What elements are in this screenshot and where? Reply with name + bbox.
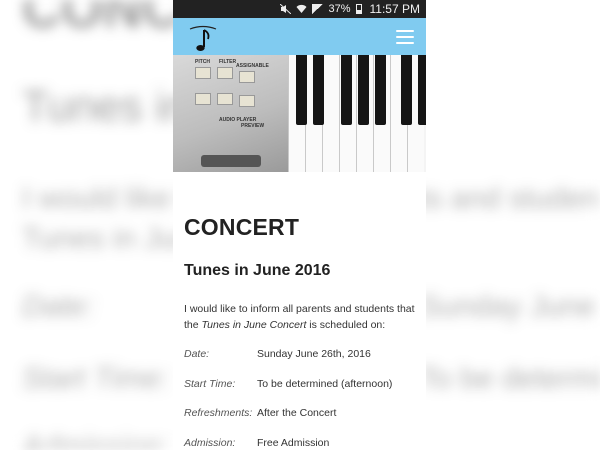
phone-screen: 37% 11:57 PM PITCH FILTER ASSIGNABLE AUD… <box>173 0 426 450</box>
battery-percent: 37% <box>328 3 351 15</box>
article-content: CONCERT Tunes in June 2016 I would like … <box>173 214 426 450</box>
intro-paragraph: I would like to inform all parents and s… <box>184 301 415 333</box>
black-key <box>401 55 412 125</box>
backdrop-start-value: To be determined (afternoon) <box>420 362 600 395</box>
panel-label-preview: PREVIEW <box>241 123 265 129</box>
concert-details: Date: Sunday June 26th, 2016 Start Time:… <box>184 348 415 450</box>
black-key <box>418 55 426 125</box>
black-key <box>341 55 352 125</box>
panel-label-pitch: PITCH <box>195 59 210 65</box>
backdrop-date-label: Date: <box>22 290 94 323</box>
panel-label-assignable: ASSIGNABLE <box>236 63 269 69</box>
app-bar <box>173 18 426 55</box>
battery-icon <box>355 4 362 14</box>
backdrop-date-value: Sunday June 26th, 2016 <box>420 290 600 323</box>
detail-row-admission: Admission: Free Admission <box>184 437 415 450</box>
detail-row-start-time: Start Time: To be determined (afternoon) <box>184 378 415 408</box>
detail-row-date: Date: Sunday June 26th, 2016 <box>184 348 415 378</box>
date-value: Sunday June 26th, 2016 <box>257 348 371 360</box>
black-key <box>313 55 324 125</box>
mute-icon <box>280 3 292 15</box>
refreshments-value: After the Concert <box>257 407 337 419</box>
panel-button <box>239 95 255 107</box>
concert-name: Tunes in June Concert <box>201 319 307 331</box>
clock: 11:57 PM <box>369 2 420 16</box>
wifi-icon <box>296 4 307 14</box>
panel-label-filter: FILTER <box>219 59 237 65</box>
black-key <box>358 55 369 125</box>
detail-row-refreshments: Refreshments: After the Concert <box>184 407 415 437</box>
panel-button <box>195 93 211 105</box>
admission-label: Admission: <box>184 436 236 449</box>
music-note-logo-icon[interactable] <box>187 21 219 53</box>
status-bar: 37% 11:57 PM <box>173 0 426 18</box>
page-subtitle: Tunes in June 2016 <box>184 262 331 279</box>
hero-keyboard-image: PITCH FILTER ASSIGNABLE AUDIO PLAYER PRE… <box>173 55 426 172</box>
panel-button <box>217 93 233 105</box>
start-time-value: To be determined (afternoon) <box>257 377 393 390</box>
date-label: Date: <box>184 348 210 360</box>
page-title: CONCERT <box>184 214 300 240</box>
panel-button <box>217 67 233 79</box>
panel-slot <box>201 155 261 167</box>
black-key <box>375 55 386 125</box>
hamburger-menu-icon[interactable] <box>396 29 414 44</box>
piano-keys <box>288 55 426 172</box>
refreshments-label: Refreshments: <box>184 407 253 419</box>
black-key <box>296 55 307 125</box>
panel-button <box>195 67 211 79</box>
intro-text-end: is scheduled on: <box>306 319 386 331</box>
admission-value: Free Admission <box>257 436 330 449</box>
backdrop-admission-label: Admission: <box>22 430 169 450</box>
keyboard-control-panel: PITCH FILTER ASSIGNABLE AUDIO PLAYER PRE… <box>173 55 288 172</box>
start-time-label: Start Time: <box>184 377 236 390</box>
panel-button <box>239 71 255 83</box>
signal-icon <box>312 4 324 14</box>
backdrop-start-label: Start Time: <box>22 362 169 395</box>
